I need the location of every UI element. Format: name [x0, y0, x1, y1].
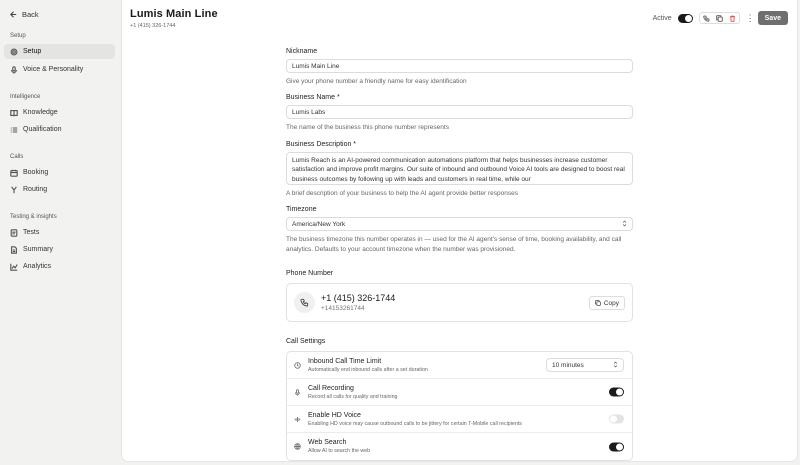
copy-button[interactable]: Copy	[588, 296, 625, 311]
page-title: Lumis Main Line	[130, 8, 218, 20]
sidebar-item-voice-personality[interactable]: Voice & Personality	[4, 62, 115, 77]
more-menu-icon[interactable]: ⋮	[746, 13, 755, 24]
duplicate-button[interactable]	[713, 13, 726, 23]
sidebar-item-label: Analytics	[23, 263, 52, 270]
trash-icon	[729, 15, 735, 22]
sidebar-item-booking[interactable]: Booking	[4, 165, 115, 180]
copy-icon	[595, 300, 601, 306]
nickname-input[interactable]: Lumis Main Line	[286, 59, 633, 73]
sidebar-item-routing[interactable]: Routing	[4, 182, 115, 197]
copy-label: Copy	[603, 299, 619, 307]
clock-icon	[294, 361, 301, 369]
call-recording-toggle[interactable]	[609, 387, 624, 397]
setting-description: Record all calls for quality and trainin…	[308, 393, 398, 400]
timezone-help: The business timezone this number operat…	[286, 236, 622, 253]
sidebar-item-analytics[interactable]: Analytics	[4, 259, 115, 274]
active-label: Active	[652, 14, 672, 22]
sidebar-item-label: Voice & Personality	[23, 66, 84, 73]
copy-icon	[715, 14, 723, 22]
phone-number-card: +1 (415) 326-1744 +14153261744 Copy	[286, 283, 633, 323]
setting-row-call-time-limit: Inbound Call Time Limit Automatically en…	[287, 352, 632, 380]
sidebar-item-tests[interactable]: Tests	[4, 225, 115, 240]
phone-number-formatted: +1 (415) 326-1744	[321, 293, 396, 304]
setting-name: Enable HD Voice	[308, 411, 361, 419]
section-label-setup: Setup	[10, 33, 26, 39]
arrow-left-icon	[10, 10, 17, 18]
back-label: Back	[22, 9, 39, 19]
waveform-icon	[294, 416, 301, 422]
sidebar-item-label: Booking	[23, 169, 49, 176]
phone-number-section-title: Phone Number	[286, 270, 334, 278]
header-actions: Active ⋮ Save	[653, 11, 788, 25]
setting-row-call-recording: Call Recording Record all calls for qual…	[287, 379, 632, 407]
routing-icon	[11, 185, 17, 193]
chevron-updown-icon	[622, 220, 627, 229]
back-button[interactable]: Back	[9, 8, 39, 20]
book-icon	[10, 109, 18, 116]
setting-description: Allow AI to search the web	[308, 448, 371, 455]
business-description-label: Business Description *	[286, 140, 357, 148]
timezone-value: America/New York	[292, 220, 346, 228]
list-icon	[10, 126, 18, 133]
setting-row-web-search: Web Search Allow AI to search the web	[287, 433, 632, 460]
web-search-toggle[interactable]	[609, 442, 624, 452]
sidebar: Back Setup Setup Voice & Personality Int…	[0, 0, 122, 465]
business-description-textarea[interactable]: Lumis Reach is an AI-powered communicati…	[286, 151, 633, 185]
chevron-updown-icon	[613, 361, 618, 370]
setting-description: Automatically end inbound calls after a …	[308, 366, 428, 373]
section-label-testing-insights: Testing & insights	[10, 214, 57, 220]
summary-icon	[11, 245, 17, 254]
sidebar-item-summary[interactable]: Summary	[4, 242, 115, 257]
business-name-label: Business Name *	[286, 94, 340, 102]
business-name-help: The name of the business this phone numb…	[286, 124, 449, 132]
sidebar-item-knowledge[interactable]: Knowledge	[4, 105, 115, 120]
active-toggle[interactable]	[677, 13, 693, 23]
call-time-limit-value: 10 minutes	[552, 361, 584, 369]
header-icon-group	[698, 12, 740, 24]
delete-button[interactable]	[726, 13, 739, 23]
call-time-limit-select[interactable]: 10 minutes	[546, 358, 624, 373]
sidebar-item-qualification[interactable]: Qualification	[4, 122, 115, 137]
timezone-select[interactable]: America/New York	[286, 217, 633, 232]
call-button[interactable]	[700, 13, 713, 23]
globe-icon	[294, 443, 301, 450]
section-label-calls: Calls	[10, 154, 24, 160]
settings-icon	[10, 48, 18, 55]
sidebar-item-label: Setup	[23, 48, 42, 55]
timezone-label: Timezone	[286, 206, 317, 214]
setting-description: Enabling HD voice may cause outbound cal…	[308, 420, 522, 427]
page-subtitle: +1 (415) 326-1744	[130, 23, 176, 29]
sidebar-item-setup[interactable]: Setup	[4, 44, 115, 59]
business-description-help: A brief description of your business to …	[286, 189, 518, 197]
sidebar-item-label: Knowledge	[23, 109, 58, 116]
mic-icon	[294, 388, 301, 396]
phone-icon	[702, 15, 710, 22]
setting-name: Call Recording	[308, 384, 354, 392]
calendar-icon	[10, 169, 18, 177]
mic-icon	[11, 65, 17, 74]
settings-form: Nickname Lumis Main Line Give your phone…	[286, 48, 633, 462]
nickname-label: Nickname	[286, 48, 318, 55]
phone-number-text: +1 (415) 326-1744 +14153261744	[321, 293, 395, 312]
save-button[interactable]: Save	[757, 11, 788, 25]
setting-name: Web Search	[308, 439, 347, 447]
setting-name: Inbound Call Time Limit	[308, 357, 382, 365]
sidebar-item-label: Tests	[23, 229, 40, 236]
hd-voice-toggle[interactable]	[609, 414, 624, 424]
business-name-input[interactable]: Lumis Labs	[286, 105, 633, 120]
analytics-icon	[10, 263, 18, 271]
sidebar-item-label: Summary	[23, 246, 53, 253]
test-icon	[10, 228, 18, 237]
setting-row-hd-voice: Enable HD Voice Enabling HD voice may ca…	[287, 406, 632, 434]
main-panel: Lumis Main Line +1 (415) 326-1744 Active…	[122, 0, 797, 462]
sidebar-item-label: Routing	[23, 186, 48, 193]
nickname-help: Give your phone number a friendly name f…	[286, 78, 467, 85]
phone-number-raw: +14153261744	[321, 305, 365, 313]
sidebar-item-label: Qualification	[23, 126, 62, 133]
page-header: Lumis Main Line +1 (415) 326-1744	[130, 8, 218, 29]
call-settings-list: Inbound Call Time Limit Automatically en…	[286, 351, 633, 462]
section-label-intelligence: Intelligence	[10, 94, 41, 100]
call-settings-section-title: Call Settings	[286, 338, 326, 346]
phone-icon	[294, 292, 315, 314]
